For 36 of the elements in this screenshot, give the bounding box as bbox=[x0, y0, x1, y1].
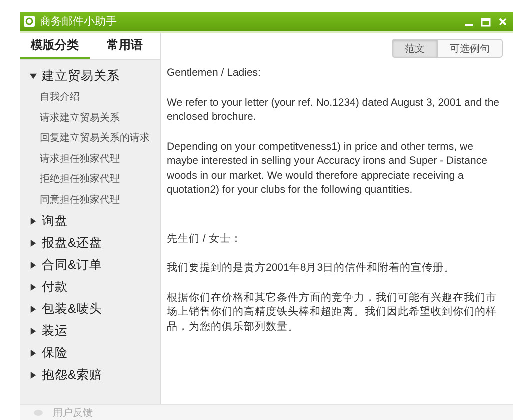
close-icon[interactable] bbox=[497, 16, 509, 28]
collapsed-arrow-icon[interactable] bbox=[30, 218, 37, 224]
tree-category[interactable]: 询盘 bbox=[42, 212, 68, 230]
tree-category[interactable]: 抱怨&索赔 bbox=[42, 366, 102, 384]
view-toggle-button[interactable]: 可选例句 bbox=[438, 39, 503, 58]
window-title: 商务邮件小助手 bbox=[40, 14, 118, 29]
view-toggle-button[interactable]: 范文 bbox=[392, 39, 438, 58]
tree-item[interactable]: 请求建立贸易关系 bbox=[40, 110, 120, 125]
app-icon bbox=[24, 16, 35, 27]
collapsed-arrow-icon[interactable] bbox=[30, 284, 37, 290]
letter-paragraph: 先生们 / 女士： bbox=[167, 232, 243, 246]
tree-category[interactable]: 装运 bbox=[42, 322, 68, 340]
expanded-arrow-icon[interactable] bbox=[30, 72, 37, 80]
collapsed-arrow-icon[interactable] bbox=[30, 372, 37, 378]
collapsed-arrow-icon[interactable] bbox=[30, 328, 37, 334]
collapsed-arrow-icon[interactable] bbox=[30, 350, 37, 356]
tree-category[interactable]: 建立贸易关系 bbox=[42, 68, 120, 84]
tree-category[interactable]: 保险 bbox=[42, 344, 68, 362]
tree-category[interactable]: 包装&唛头 bbox=[42, 300, 102, 318]
maximize-icon[interactable] bbox=[480, 16, 492, 28]
collapsed-arrow-icon[interactable] bbox=[30, 262, 37, 268]
tree-item[interactable]: 自我介绍 bbox=[40, 90, 80, 104]
letter-paragraph: Depending on your competitveness1) in price and other terms, we maybe interested in selling your Accuracy irons and Super - Distance woods in our market. We would therefore appreciate receiving a quotation2) for your clubs for the following quantities. bbox=[167, 140, 488, 198]
letter-paragraph: 根据你们在价格和其它条件方面的竞争力，我们可能有兴趣在我们市场上销售你们的高精度铁头棒和超距离。我们因此希望收到你们的样品，为您的俱乐部列数量。 bbox=[167, 290, 498, 334]
collapsed-arrow-icon[interactable] bbox=[30, 306, 37, 312]
letter-paragraph: 我们要提到的是贵方2001年8月3日的信件和附着的宣传册。 bbox=[167, 261, 456, 276]
tree-item[interactable]: 回复建立贸易关系的请求 bbox=[40, 131, 150, 146]
letter-paragraph: Gentlemen / Ladies: bbox=[167, 66, 262, 80]
tree-category[interactable]: 付款 bbox=[42, 278, 68, 296]
tree-category[interactable]: 合同&订单 bbox=[42, 256, 102, 274]
letter-paragraph: We refer to your letter (your ref. No.1234) dated August 3, 2001 and the enclosed brochure. bbox=[167, 96, 501, 124]
tree-item[interactable]: 拒绝担任独家代理 bbox=[40, 172, 120, 186]
collapsed-arrow-icon[interactable] bbox=[30, 240, 37, 246]
tree-category[interactable]: 报盘&还盘 bbox=[42, 234, 102, 252]
tree-item[interactable]: 同意担任独家代理 bbox=[40, 192, 120, 207]
tree-item[interactable]: 请求担任独家代理 bbox=[40, 152, 120, 166]
